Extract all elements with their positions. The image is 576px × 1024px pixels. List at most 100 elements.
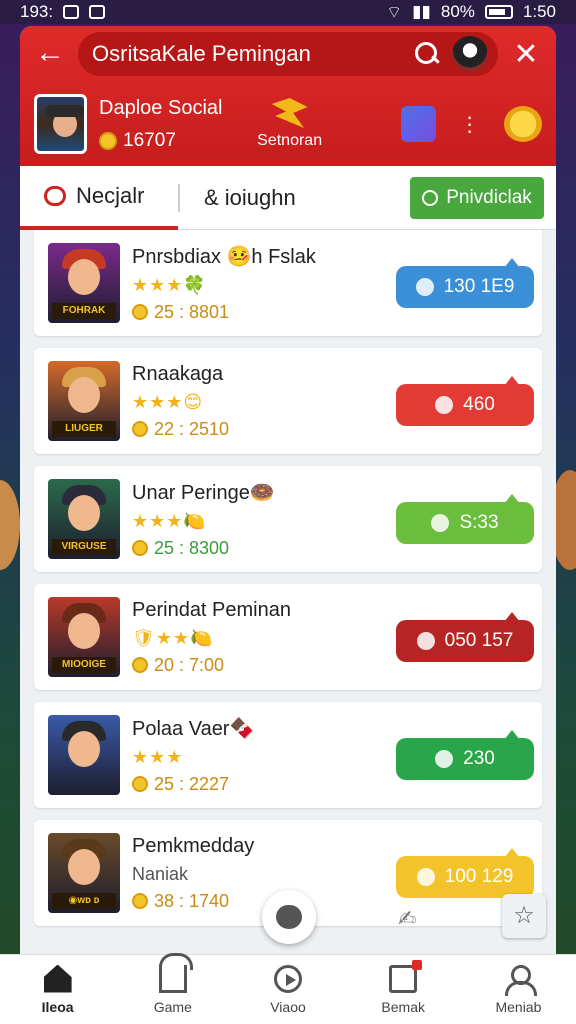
nav-label: Bemak — [381, 998, 425, 1015]
game-badge-button[interactable]: 230 — [396, 730, 534, 780]
game-badge-button[interactable]: 130 1E9 — [396, 258, 534, 308]
game-badge-value: 050 157 — [444, 630, 514, 651]
search-icon[interactable] — [412, 39, 442, 69]
back-button[interactable]: ← — [34, 38, 66, 70]
badge-icon — [431, 514, 450, 532]
game-thumbnail: LIUGER — [48, 361, 120, 441]
nav-label: Game — [153, 998, 192, 1015]
game-thumbnail — [48, 715, 120, 795]
game-meta: 25 : 2227 — [154, 773, 230, 794]
coins-stack-icon[interactable] — [503, 106, 542, 142]
header: ← OsritsaKale Pemingan ✕ Daploe Social 1… — [20, 26, 556, 166]
signature-icon[interactable]: ✍ — [398, 906, 416, 932]
game-badge-value: 100 129 — [444, 866, 514, 887]
game-thumbnail: FOHRAK — [48, 243, 120, 323]
game-list: FOHRAK Pnrsbdiax 🤒h Fslak ★★★🍀 25 : 8801… — [20, 230, 556, 926]
nav-item-user[interactable]: Meniab — [461, 955, 576, 1024]
game-card[interactable]: FOHRAK Pnrsbdiax 🤒h Fslak ★★★🍀 25 : 8801… — [34, 230, 542, 336]
game-badge-button[interactable]: 460 — [396, 376, 534, 426]
star-button[interactable]: ☆ — [502, 894, 546, 938]
action-label: Setnoran — [257, 132, 323, 149]
game-card[interactable]: VIRGUSE Unar Peringe🍩 ★★★🍋 25 : 8300 S:3… — [34, 466, 542, 572]
badge-icon — [415, 278, 434, 296]
game-badge-value: S:33 — [459, 512, 499, 533]
coin-icon — [132, 540, 148, 556]
game-badge-value: 130 1E9 — [443, 276, 515, 297]
close-button[interactable]: ✕ — [510, 37, 542, 72]
badge-icon — [416, 868, 435, 886]
bottom-nav: Ileoa Game Viaoo Bemak Meniab — [0, 952, 576, 1024]
game-meta: 22 : 2510 — [154, 418, 230, 439]
game-plate: FOHRAK — [52, 303, 116, 319]
user-icon — [504, 964, 538, 996]
tab-bar: Necjalr & ioiughn Pnivdiclak — [20, 166, 556, 230]
tab-friends-label: Necjalr — [76, 182, 145, 208]
action-button[interactable]: Setnoran — [250, 98, 328, 150]
game-icon — [158, 952, 193, 993]
game-thumbnail: VIRGUSE — [48, 479, 120, 559]
game-badge-button[interactable]: S:33 — [396, 494, 534, 544]
gift-icon[interactable] — [400, 106, 436, 142]
game-meta: 38 : 1740 — [154, 890, 230, 911]
game-meta: 20 : 7:00 — [154, 654, 225, 675]
news-icon — [389, 959, 423, 993]
game-badge-button[interactable]: 100 129 — [396, 848, 534, 898]
circle-icon — [422, 190, 439, 206]
status-time: 193: — [20, 2, 54, 21]
game-thumbnail: MIOOIGE — [48, 597, 120, 677]
battery-icon — [484, 5, 513, 19]
game-badge-button[interactable]: 050 157 — [396, 612, 534, 662]
game-name: Polaa Vaer🍫 — [132, 717, 255, 740]
hearts-icon — [44, 185, 66, 206]
game-card[interactable]: Polaa Vaer🍫 ★★★ 25 : 2227 230 — [34, 702, 542, 808]
game-thumbnail: ◉ᴡᴅ ᴅ — [48, 833, 120, 913]
more-icon[interactable]: ⋮ — [460, 112, 480, 137]
page-title: OsritsaKale Pemingan — [92, 41, 311, 66]
status-clock: 1:50 — [522, 2, 556, 21]
game-name: Pnrsbdiax 🤒h Fslak — [132, 245, 316, 268]
game-meta: 25 : 8801 — [154, 301, 230, 322]
nav-item-news[interactable]: Bemak — [346, 955, 461, 1024]
game-card[interactable]: LIUGER Rnaakaga ★★★😊 22 : 2510 460 — [34, 348, 542, 454]
coin-icon — [132, 893, 148, 909]
nav-label: Ileoa — [41, 998, 74, 1015]
nav-label: Viaoo — [270, 998, 306, 1015]
coin-icon — [132, 421, 148, 437]
game-plate: VIRGUSE — [52, 539, 116, 555]
mascot-icon[interactable] — [452, 36, 488, 72]
title-bar: OsritsaKale Pemingan — [78, 32, 498, 76]
nav-item-game[interactable]: Game — [115, 952, 230, 1024]
tab-action-label: Pnivdiclak — [446, 187, 532, 208]
tab-action-button[interactable]: Pnivdiclak — [410, 177, 544, 219]
game-plate: ◉ᴡᴅ ᴅ — [52, 893, 116, 909]
heart-icon — [276, 905, 302, 929]
user-coin-count: 16707 — [123, 129, 176, 151]
coin-icon — [132, 776, 148, 792]
avatar[interactable] — [34, 94, 88, 154]
status-bar: 193: ⌔ ▮▮ 80% 1:50 — [0, 0, 576, 24]
bg-character-left — [0, 480, 20, 570]
game-card[interactable]: MIOOIGE Perindat Peminan 🛡★★🍋 20 : 7:00 … — [34, 584, 542, 690]
nav-item-home[interactable]: Ileoa — [0, 955, 115, 1024]
nav-item-video[interactable]: Viaoo — [230, 955, 345, 1024]
battery-percent: 80% — [440, 2, 475, 21]
game-plate: LIUGER — [52, 421, 116, 437]
tab-friends[interactable]: Necjalr — [20, 166, 178, 230]
game-name: Pemkmedday — [132, 834, 255, 857]
game-meta: 25 : 8300 — [154, 537, 230, 558]
floating-favorite-button[interactable] — [262, 890, 316, 944]
mail-icon — [89, 5, 106, 19]
badge-icon — [416, 632, 435, 650]
tab-groups[interactable]: & ioiughn — [180, 166, 320, 230]
coin-icon — [132, 304, 148, 320]
game-plate: MIOOIGE — [52, 657, 116, 673]
game-badge-value: 460 — [463, 394, 495, 415]
game-name: Perindat Peminan — [132, 598, 291, 621]
game-name: Rnaakaga — [132, 362, 224, 385]
nav-label: Meniab — [495, 998, 542, 1015]
badge-icon — [435, 750, 454, 768]
main-panel: ← OsritsaKale Pemingan ✕ Daploe Social 1… — [20, 26, 556, 954]
coin-icon — [132, 657, 148, 673]
tab-groups-label: & ioiughn — [204, 184, 296, 210]
game-name: Unar Peringe🍩 — [132, 481, 275, 504]
